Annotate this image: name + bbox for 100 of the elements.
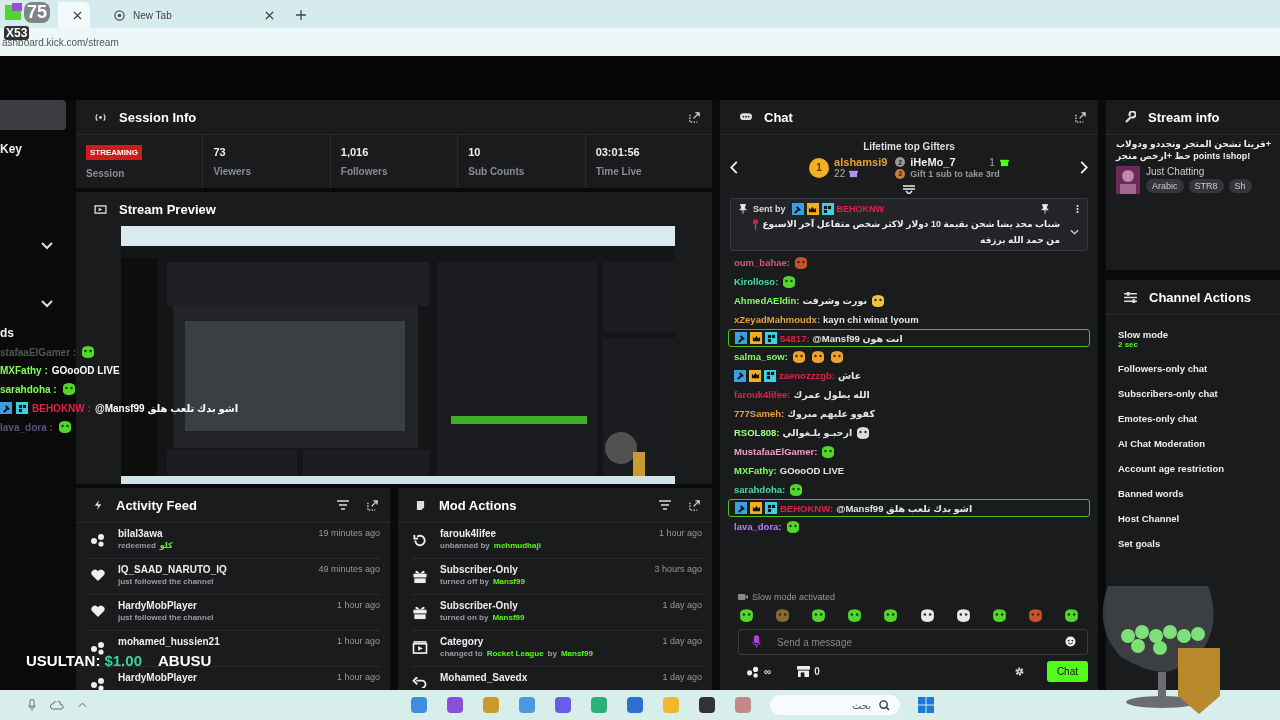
emote-icon[interactable] bbox=[882, 608, 900, 623]
chat-username[interactable]: salma_sow: bbox=[734, 351, 788, 363]
feed-item-title[interactable]: farouk4lifee bbox=[440, 528, 497, 539]
filter-icon[interactable] bbox=[659, 500, 671, 510]
gifter-name[interactable]: alshamsi9 bbox=[834, 156, 888, 168]
username-link[interactable]: Mansf99 bbox=[560, 649, 593, 658]
taskbar-search-field[interactable]: بحث bbox=[770, 695, 900, 715]
feed-item-title[interactable]: HardyMobPlayer bbox=[118, 672, 197, 683]
chat-username[interactable]: xZeyadMahmoudx: bbox=[734, 314, 821, 326]
tag[interactable]: Sh bbox=[1228, 179, 1252, 193]
chat-username[interactable]: farouk4lifee: bbox=[734, 389, 791, 401]
emote-icon[interactable] bbox=[738, 608, 755, 623]
overlay-ticker-text: $1.00 bbox=[104, 652, 142, 669]
chat-username[interactable]: 54817: bbox=[780, 332, 810, 344]
channel-action[interactable]: Slow mode bbox=[1118, 329, 1280, 340]
feed-item-title[interactable]: Subscriber-Only bbox=[440, 600, 518, 611]
chat-send-button[interactable]: Chat bbox=[1046, 661, 1088, 682]
chevron-down-icon[interactable] bbox=[41, 300, 53, 308]
chevron-left-icon[interactable] bbox=[730, 161, 738, 174]
channel-action[interactable]: Set goals bbox=[1118, 538, 1280, 549]
category-link[interactable]: Just Chatting bbox=[1146, 166, 1252, 177]
channel-action[interactable]: Host Channel bbox=[1118, 513, 1280, 524]
username-link[interactable]: كلو bbox=[159, 541, 173, 550]
popout-icon[interactable] bbox=[689, 111, 700, 123]
close-icon[interactable] bbox=[265, 10, 274, 20]
wrench-icon bbox=[1124, 111, 1136, 123]
chat-username[interactable]: zaenozzzgb: bbox=[779, 370, 835, 382]
emote-icon[interactable] bbox=[954, 608, 972, 623]
popout-icon[interactable] bbox=[367, 499, 378, 511]
message-input[interactable]: Send a message bbox=[738, 629, 1088, 655]
emote-icon[interactable] bbox=[990, 608, 1008, 623]
pin-icon[interactable] bbox=[1041, 204, 1049, 214]
feed-item-title[interactable]: Category bbox=[440, 636, 484, 647]
channel-action[interactable]: Emotes-only chat bbox=[1118, 413, 1280, 424]
channel-action[interactable]: AI Chat Moderation bbox=[1118, 438, 1280, 449]
username-link[interactable]: mehmudhaji bbox=[493, 541, 541, 550]
tag[interactable]: Arabic bbox=[1146, 179, 1184, 193]
channel-action[interactable]: Account age restriction bbox=[1118, 463, 1280, 474]
username-link[interactable]: Mansf99 bbox=[492, 613, 525, 622]
emote-icon[interactable] bbox=[810, 608, 828, 623]
chat-username[interactable]: MustafaaElGamer: bbox=[734, 446, 818, 458]
chat-username[interactable]: 777Sameh: bbox=[734, 408, 785, 420]
chat-username[interactable]: RSOL808: bbox=[734, 427, 780, 439]
chat-username[interactable]: sarahdoha: bbox=[734, 484, 786, 496]
emoji-icon[interactable] bbox=[1065, 636, 1076, 647]
gift-icon bbox=[412, 605, 428, 620]
username-link[interactable]: Rocket League bbox=[486, 649, 544, 658]
feed-item-title[interactable]: IQ_SAAD_NARUTO_IQ bbox=[118, 564, 227, 575]
og-badge-icon bbox=[765, 502, 777, 515]
channel-action[interactable]: Followers-only chat bbox=[1118, 363, 1280, 374]
broadcast-icon bbox=[94, 112, 107, 122]
popout-icon[interactable] bbox=[689, 499, 700, 511]
crown-badge-icon bbox=[750, 332, 762, 345]
gifter-name[interactable]: iHeMo_7 bbox=[910, 156, 985, 169]
speech-bubble-icon bbox=[740, 112, 752, 122]
feed-item-title[interactable]: Subscriber-Only bbox=[440, 564, 518, 575]
channel-action[interactable]: Banned words bbox=[1118, 488, 1280, 499]
username-link[interactable]: Mansf99 bbox=[492, 577, 525, 586]
stat-value: 03:01:56 bbox=[595, 146, 641, 158]
microphone-icon[interactable] bbox=[28, 699, 36, 711]
gifters-title: Lifetime top Gifters bbox=[863, 141, 955, 152]
emote-icon[interactable] bbox=[846, 608, 864, 623]
cloud-icon[interactable] bbox=[50, 700, 64, 710]
chat-username[interactable]: oum_bahae: bbox=[734, 257, 790, 269]
overlay-chat-message: @Mansf99 اشو بدك تلعب هلق bbox=[94, 402, 239, 414]
points-icon bbox=[90, 533, 106, 547]
chevron-down-icon[interactable] bbox=[1070, 229, 1079, 236]
channel-action[interactable]: Subscribers-only chat bbox=[1118, 388, 1280, 399]
filter-icon[interactable] bbox=[337, 500, 349, 510]
feed-item-title[interactable]: Mohamed_Savedx bbox=[440, 672, 528, 683]
chevron-down-icon[interactable] bbox=[41, 242, 53, 250]
tag[interactable]: STR8 bbox=[1188, 179, 1224, 193]
feed-item-title[interactable]: bilal3awa bbox=[118, 528, 163, 539]
sidebar-item[interactable]: ds bbox=[0, 326, 14, 340]
app-icon[interactable] bbox=[698, 696, 716, 714]
collapse-icon[interactable] bbox=[903, 185, 915, 194]
chat-username[interactable]: MXFathy: bbox=[734, 465, 777, 477]
emote-icon[interactable] bbox=[918, 608, 936, 623]
chat-username[interactable]: BEHOKNW: bbox=[780, 502, 834, 514]
more-icon[interactable] bbox=[1076, 204, 1079, 214]
new-tab-icon[interactable] bbox=[296, 10, 306, 20]
timestamp: 3 hours ago bbox=[654, 564, 702, 575]
store-icon[interactable] bbox=[797, 666, 811, 677]
chat-username[interactable]: AhmedAEldin: bbox=[734, 295, 800, 307]
close-icon[interactable] bbox=[73, 10, 82, 20]
chat-username[interactable]: Kirolloso: bbox=[734, 276, 779, 288]
caret-up-icon[interactable] bbox=[78, 702, 87, 708]
browser-tab[interactable]: New Tab bbox=[94, 2, 286, 28]
stat-label: Followers bbox=[340, 166, 389, 177]
settings-icon[interactable] bbox=[1013, 666, 1025, 677]
feed-item-title[interactable]: mohamed_hussien21 bbox=[118, 636, 220, 647]
chevron-right-icon[interactable] bbox=[1080, 161, 1088, 174]
category-thumbnail-icon bbox=[1116, 166, 1140, 194]
popout-icon[interactable] bbox=[1075, 111, 1086, 123]
chat-username[interactable]: lava_dora: bbox=[734, 521, 782, 533]
emote-icon[interactable] bbox=[1063, 608, 1080, 623]
sidebar-item[interactable]: Key bbox=[0, 142, 22, 156]
microphone-icon[interactable] bbox=[752, 635, 761, 648]
feed-item-title[interactable]: HardyMobPlayer bbox=[118, 600, 197, 611]
points-icon bbox=[746, 665, 760, 678]
